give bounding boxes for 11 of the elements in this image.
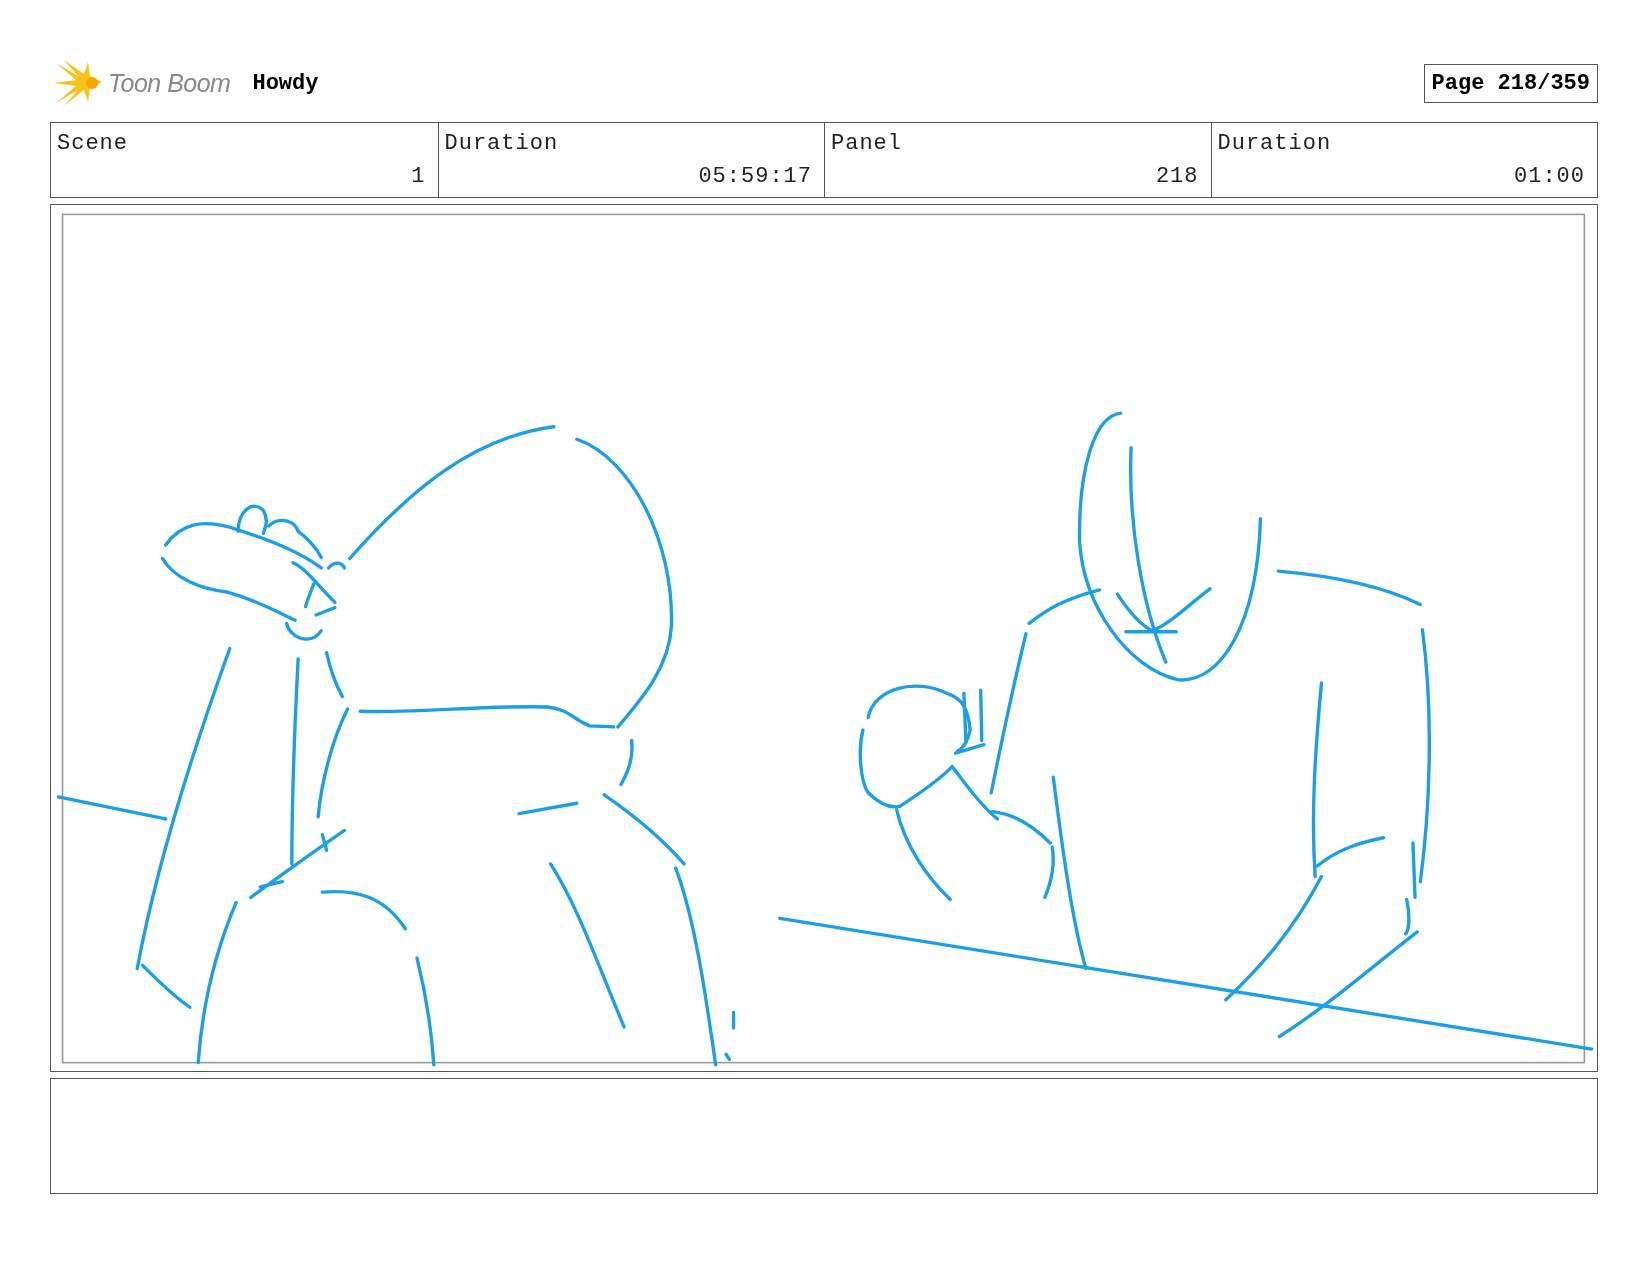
logo-text: Toon Boom: [108, 68, 231, 98]
page-number: Page 218/359: [1423, 63, 1598, 103]
field-value: 1: [410, 164, 426, 189]
project-title: Howdy: [252, 70, 319, 96]
field-value: 05:59:17: [697, 164, 812, 189]
field-label: Panel: [831, 131, 903, 156]
field-label: Scene: [57, 131, 129, 156]
field-label: Duration: [1217, 131, 1333, 156]
field-label: Duration: [444, 131, 560, 156]
field-value: 218: [1154, 164, 1199, 189]
field-value: 01:00: [1513, 164, 1585, 189]
